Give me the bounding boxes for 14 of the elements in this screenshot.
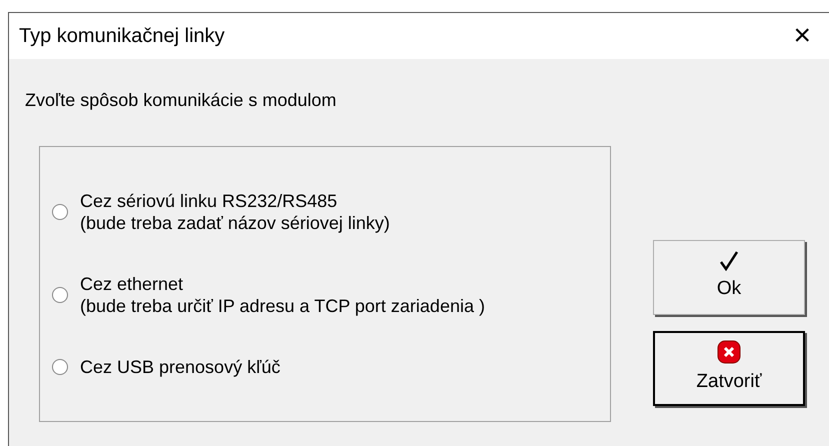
option-note: (bude treba zadať názov sériovej linky): [80, 212, 390, 234]
checkmark-icon: [720, 251, 738, 272]
ok-button[interactable]: Ok: [653, 240, 805, 315]
option-label: Cez sériovú linku RS232/RS485: [80, 190, 338, 212]
error-icon: [717, 340, 741, 364]
window-title: Typ komunikačnej linky: [19, 24, 225, 49]
radio-button[interactable]: [52, 204, 68, 220]
radio-button[interactable]: [52, 286, 68, 303]
option-label: Cez ethernet: [80, 272, 184, 295]
option-label: Cez USB prenosový kľúč: [80, 356, 280, 378]
prompt-text: Zvoľte spôsob komunikácie s modulom: [25, 90, 336, 110]
radio-button[interactable]: [52, 358, 68, 375]
close-button[interactable]: Zatvoriť: [653, 331, 805, 406]
option-note: (bude treba určiť IP adresu a TCP port zariadenia ): [80, 294, 485, 317]
